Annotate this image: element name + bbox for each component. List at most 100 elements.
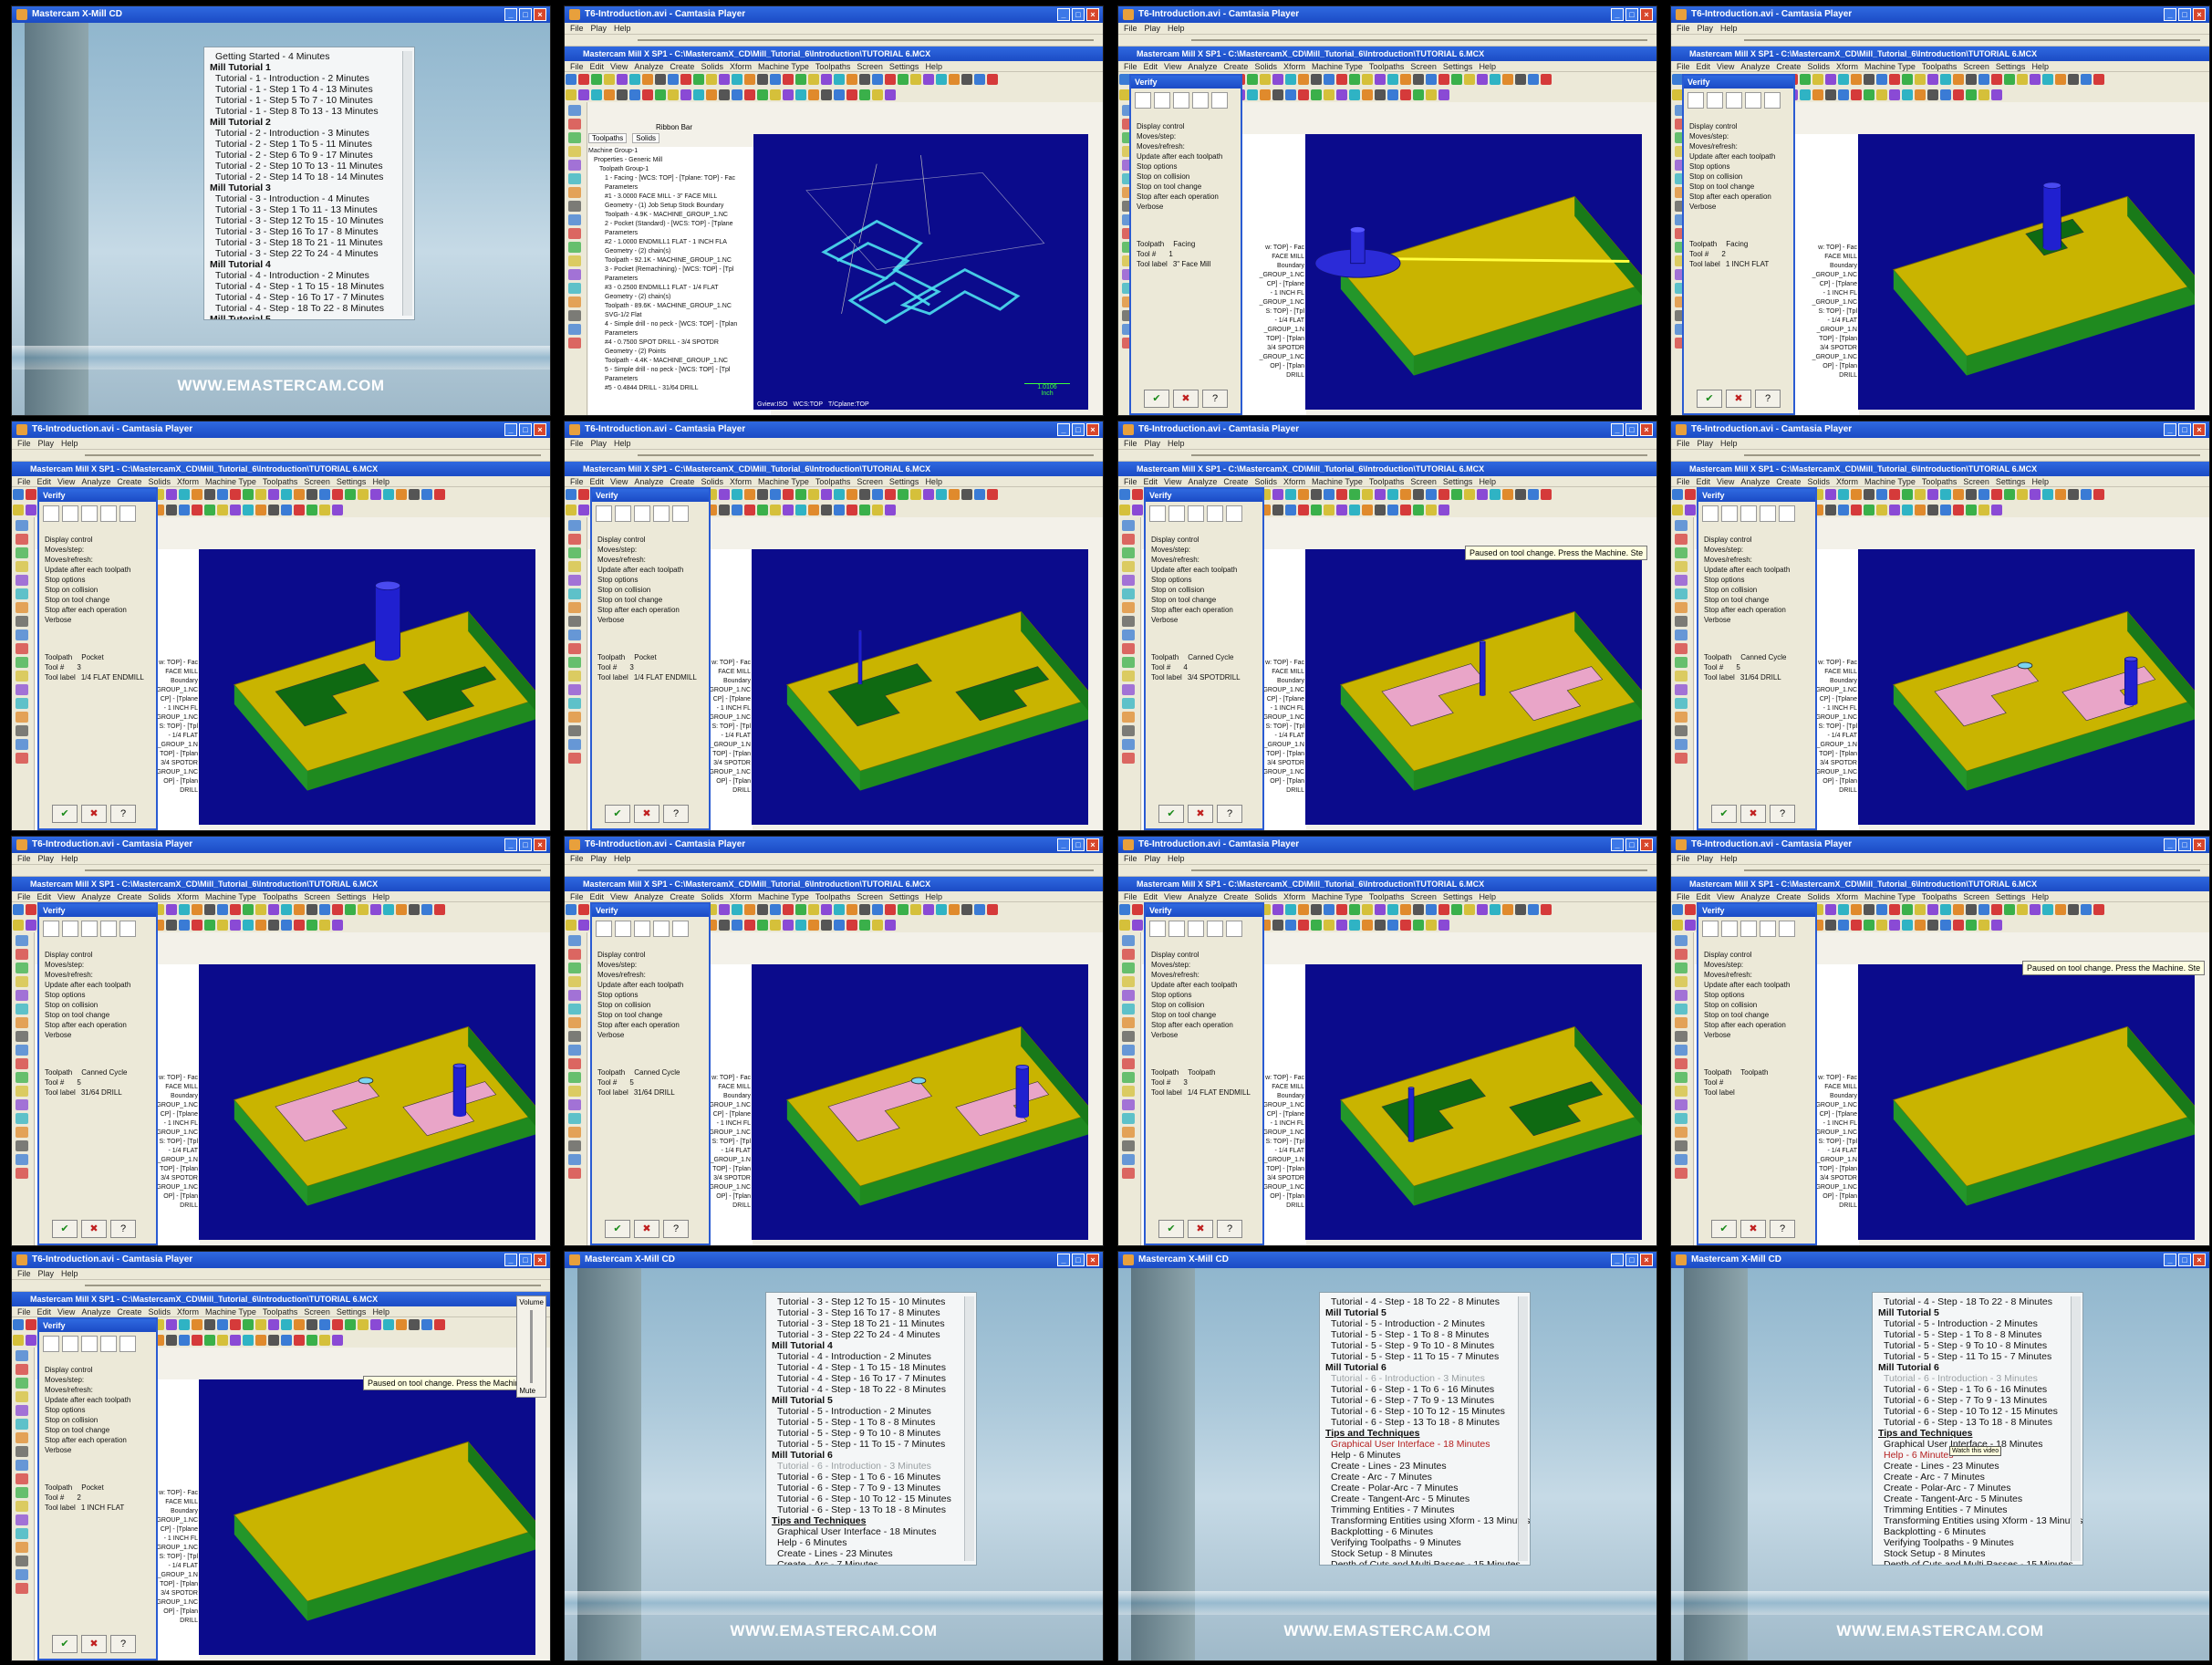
minimize-button[interactable]: _	[504, 1254, 517, 1266]
toolbar-button[interactable]	[2081, 489, 2092, 500]
menu-xform[interactable]: Xform	[177, 892, 199, 901]
fast-forward-button[interactable]	[672, 505, 689, 522]
player-menu-item[interactable]: Play	[591, 854, 608, 863]
verify-stop-each-op[interactable]: Stop after each operation	[1684, 192, 1793, 202]
close-button[interactable]: ×	[534, 423, 546, 436]
toolbar-button[interactable]	[719, 74, 730, 85]
verify-cancel-button[interactable]: ✖	[1188, 1220, 1213, 1238]
toolbar-button[interactable]	[1838, 505, 1849, 515]
side-tool-button[interactable]	[16, 643, 28, 654]
menu-toolpaths[interactable]: Toolpaths	[1922, 62, 1958, 71]
tree-item[interactable]: Toolpath - 89.6K - MACHINE_GROUP_1.NC	[588, 302, 771, 311]
side-tool-button[interactable]	[568, 1113, 581, 1124]
menu-settings[interactable]: Settings	[337, 477, 367, 486]
toolbar-button[interactable]	[1272, 89, 1283, 100]
menu-view[interactable]: View	[1717, 477, 1734, 486]
toolbar-button[interactable]	[1876, 489, 1887, 500]
menu-create[interactable]: Create	[1776, 477, 1801, 486]
toolbar-button[interactable]	[859, 505, 870, 515]
toolbar-button[interactable]	[281, 489, 292, 500]
toolbar-button[interactable]	[217, 1319, 228, 1330]
toolbar-button[interactable]	[255, 920, 266, 931]
menu-settings[interactable]: Settings	[889, 477, 919, 486]
minimize-button[interactable]: _	[1057, 8, 1070, 21]
toolbar-button[interactable]	[1298, 489, 1309, 500]
tutorial-link[interactable]: Tutorial - 4 - Step - 18 To 22 - 8 Minut…	[1325, 1296, 1524, 1307]
menu-help[interactable]: Help	[372, 477, 389, 486]
player-menu-item[interactable]: Help	[1720, 854, 1738, 863]
menu-file[interactable]: File	[1677, 892, 1690, 901]
verify-moves-step[interactable]: Moves/step:	[39, 1375, 156, 1385]
toolbar-button[interactable]	[434, 489, 445, 500]
side-tool-button[interactable]	[16, 1058, 28, 1069]
toolbar-button[interactable]	[770, 489, 781, 500]
toolbar-button[interactable]	[1876, 904, 1887, 915]
verify-moves-step[interactable]: Moves/step:	[1131, 131, 1241, 141]
menu-machine-type[interactable]: Machine Type	[758, 477, 809, 486]
seek-bar[interactable]	[638, 454, 1094, 456]
toolbar-button[interactable]	[680, 89, 691, 100]
step-button[interactable]	[1207, 921, 1223, 937]
fast-forward-button[interactable]	[119, 921, 136, 937]
verify-verbose[interactable]: Verbose	[1698, 615, 1815, 625]
fast-forward-button[interactable]	[119, 1336, 136, 1352]
toolbar-button[interactable]	[1426, 89, 1437, 100]
toolbar-button[interactable]	[987, 489, 998, 500]
toolbar-button[interactable]	[578, 920, 589, 931]
player-menu-item[interactable]: Help	[1168, 439, 1185, 448]
step-button[interactable]	[653, 505, 670, 522]
toolbar-button[interactable]	[13, 1319, 24, 1330]
tutorial-link[interactable]: Graphical User Interface - 18 Minutes	[1325, 1439, 1524, 1450]
toolbar-button[interactable]	[396, 489, 407, 500]
step-button[interactable]	[1760, 505, 1776, 522]
toolbar-button[interactable]	[1285, 904, 1296, 915]
player-menu-item[interactable]: Help	[1168, 854, 1185, 863]
toolbar-button[interactable]	[808, 904, 819, 915]
player-menu-item[interactable]: File	[17, 854, 31, 863]
menu-toolpaths[interactable]: Toolpaths	[1369, 892, 1405, 901]
toolbar-button[interactable]	[1260, 89, 1271, 100]
menu-analyze[interactable]: Analyze	[81, 1307, 110, 1316]
menu-settings[interactable]: Settings	[337, 1307, 367, 1316]
side-tool-button[interactable]	[16, 1364, 28, 1375]
side-tool-button[interactable]	[568, 602, 581, 613]
minimize-button[interactable]: _	[1057, 423, 1070, 436]
toolbar-button[interactable]	[1851, 74, 1862, 85]
menu-help[interactable]: Help	[372, 892, 389, 901]
toolbar-button[interactable]	[370, 904, 381, 915]
verify-verbose[interactable]: Verbose	[1684, 202, 1793, 212]
menu-machine-type[interactable]: Machine Type	[1312, 892, 1363, 901]
toolbar-button[interactable]	[872, 89, 883, 100]
toolbar-button[interactable]	[604, 89, 615, 100]
verify-moves-refresh[interactable]: Moves/refresh:	[592, 555, 709, 565]
player-menu-item[interactable]: File	[1677, 439, 1690, 448]
menu-xform[interactable]: Xform	[177, 1307, 199, 1316]
step-button[interactable]	[100, 921, 117, 937]
verify-stop-collision[interactable]: Stop on collision	[1146, 585, 1262, 595]
menu-solids[interactable]: Solids	[701, 62, 723, 71]
toolbar-button[interactable]	[885, 489, 896, 500]
menu-file[interactable]: File	[17, 477, 31, 486]
toolbar-button[interactable]	[1375, 89, 1386, 100]
toolbar-button[interactable]	[1978, 505, 1989, 515]
toolbar-button[interactable]	[204, 505, 215, 515]
toolbar-button[interactable]	[166, 1335, 177, 1346]
toolbar-button[interactable]	[1940, 89, 1951, 100]
menu-machine-type[interactable]: Machine Type	[205, 892, 256, 901]
menu-screen[interactable]: Screen	[857, 892, 883, 901]
side-tool-button[interactable]	[568, 119, 581, 130]
side-tool-button[interactable]	[1122, 630, 1135, 640]
rewind-button[interactable]	[43, 505, 59, 522]
toolbar-button[interactable]	[294, 505, 305, 515]
menu-solids[interactable]: Solids	[1807, 477, 1830, 486]
side-tool-button[interactable]	[1122, 657, 1135, 668]
side-tool-button[interactable]	[568, 963, 581, 973]
menu-machine-type[interactable]: Machine Type	[1864, 477, 1916, 486]
verify-verbose[interactable]: Verbose	[592, 1030, 709, 1040]
minimize-button[interactable]: _	[1611, 423, 1624, 436]
toolbar-button[interactable]	[26, 505, 36, 515]
side-tool-button[interactable]	[568, 725, 581, 736]
toolbar-button[interactable]	[1119, 920, 1130, 931]
side-tool-button[interactable]	[16, 1017, 28, 1028]
tutorial-link[interactable]: Tutorial - 1 - Step 1 To 4 - 13 Minutes	[210, 84, 409, 95]
